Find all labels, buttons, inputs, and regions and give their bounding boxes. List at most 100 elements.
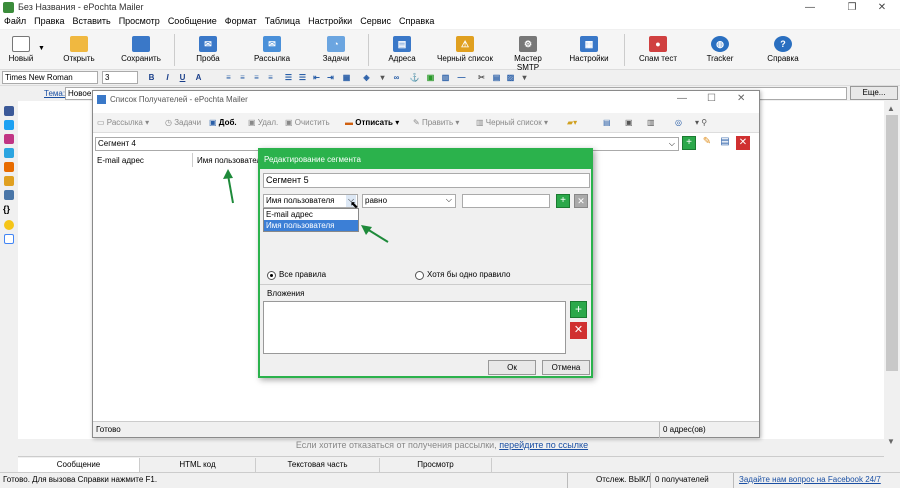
remove-rule-icon[interactable]: ✕ — [574, 194, 588, 208]
recipients-blacklist-button[interactable]: ▥ Черный список ▾ — [476, 118, 548, 127]
segment-name-input[interactable]: Сегмент 5 — [263, 173, 590, 188]
delete-segment-icon[interactable]: ✕ — [736, 136, 750, 150]
scroll-up-icon[interactable]: ▲ — [887, 104, 895, 113]
font-family-select[interactable]: Times New Roman — [2, 71, 98, 84]
add-recipient-button[interactable]: ▣ Доб. — [209, 118, 237, 127]
italic-button[interactable]: I — [162, 72, 173, 83]
fill-color-icon[interactable]: ◈ — [361, 72, 372, 83]
image-icon[interactable]: ▣ — [425, 72, 436, 83]
tab-html[interactable]: HTML код — [140, 458, 256, 472]
vk-icon[interactable] — [4, 190, 14, 200]
radio-all-rules[interactable] — [267, 271, 276, 280]
menu-view[interactable]: Просмотр — [115, 15, 164, 26]
column-email[interactable]: E-mail адрес — [97, 156, 144, 165]
search-dropdown-icon[interactable]: ▾ ⚲ — [695, 118, 707, 127]
more-button[interactable]: Еще... — [850, 86, 898, 100]
menu-table[interactable]: Таблица — [261, 15, 304, 26]
import-icon[interactable]: ▤ — [603, 118, 611, 127]
recipients-save-icon[interactable]: ▣ — [625, 118, 633, 127]
table-icon[interactable]: ▦ — [341, 72, 352, 83]
paste-icon[interactable]: ▤ — [491, 72, 502, 83]
instagram-icon[interactable] — [4, 134, 14, 144]
help-button[interactable]: ? Справка — [762, 36, 804, 68]
tab-preview[interactable]: Просмотр — [380, 458, 492, 472]
clear-button[interactable]: ▣ Очистить — [285, 118, 330, 127]
odnoklassniki-icon[interactable] — [4, 162, 14, 172]
value-input[interactable] — [462, 194, 550, 208]
send-button[interactable]: ✉ Рассылка — [250, 36, 294, 68]
numbered-list-icon[interactable]: ☰ — [283, 72, 294, 83]
telegram-icon[interactable] — [4, 148, 14, 158]
add-attachment-icon[interactable]: + — [570, 301, 587, 318]
horizontal-rule-icon[interactable]: — — [456, 72, 467, 83]
edit-segment-icon[interactable]: ✎ — [700, 136, 714, 150]
twitter-icon[interactable] — [4, 120, 14, 130]
tab-text[interactable]: Текстовая часть — [256, 458, 380, 472]
new-button[interactable]: Новый — [4, 36, 38, 68]
anchor-icon[interactable]: ⚓ — [409, 72, 420, 83]
scroll-down-icon[interactable]: ▼ — [887, 437, 895, 446]
link-icon[interactable]: ∞ — [391, 72, 402, 83]
bullet-list-icon[interactable]: ☰ — [297, 72, 308, 83]
close-button[interactable]: ✕ — [864, 0, 900, 15]
add-rule-icon[interactable]: + — [556, 194, 570, 208]
unsubscribe-link[interactable]: перейдите по ссылке — [499, 440, 588, 450]
menu-edit[interactable]: Правка — [30, 15, 68, 26]
fill-dropdown-icon[interactable]: ▾ — [377, 72, 388, 83]
attachments-list[interactable] — [263, 301, 566, 354]
save-button[interactable]: Сохранить — [118, 36, 164, 68]
align-left-icon[interactable]: ≡ — [223, 72, 234, 83]
recipients-minimize[interactable]: — — [677, 93, 687, 104]
open-button[interactable]: Открыть — [58, 36, 100, 68]
blacklist-button[interactable]: ⚠ Черный список — [436, 36, 494, 68]
new-dropdown-arrow-icon[interactable]: ▼ — [38, 45, 45, 52]
font-size-select[interactable]: 3 — [102, 71, 138, 84]
facebook-icon[interactable] — [4, 106, 14, 116]
spam-test-button[interactable]: ● Спам тест — [636, 36, 680, 68]
indent-icon[interactable]: ⇥ — [325, 72, 336, 83]
google-icon[interactable] — [4, 234, 14, 244]
subject-label[interactable]: Тема: — [44, 89, 65, 98]
open-folder-icon[interactable]: ▰▾ — [567, 118, 577, 127]
operator-select[interactable]: равно ⌵ — [362, 194, 456, 208]
menu-service[interactable]: Сервис — [356, 15, 395, 26]
settings-button[interactable]: ▦ Настройки — [566, 36, 612, 68]
justify-icon[interactable]: ≡ — [265, 72, 276, 83]
tasks-button[interactable]: ◔ Задачи — [314, 36, 358, 68]
field-option-email[interactable]: E-mail адрес — [264, 209, 358, 220]
tab-message[interactable]: Сообщение — [18, 458, 140, 472]
column-username[interactable]: Имя пользователя — [197, 156, 265, 165]
facebook-link[interactable]: Задайте нам вопрос на Facebook 24/7 — [739, 475, 881, 484]
format-dropdown-icon[interactable]: ▾ — [519, 72, 530, 83]
menu-format[interactable]: Формат — [221, 15, 261, 26]
addresses-button[interactable]: ▤ Адреса — [380, 36, 424, 68]
align-right-icon[interactable]: ≡ — [251, 72, 262, 83]
tracker-button[interactable]: ◍ Tracker — [700, 36, 740, 68]
outdent-icon[interactable]: ⇤ — [311, 72, 322, 83]
menu-settings[interactable]: Настройки — [304, 15, 356, 26]
remove-attachment-icon[interactable]: ✕ — [570, 322, 587, 339]
field-option-username[interactable]: Имя пользователя — [264, 220, 358, 231]
delete-recipient-button[interactable]: ▣ Удал. — [248, 118, 278, 127]
test-button[interactable]: ✉ Проба — [186, 36, 230, 68]
share-icon[interactable] — [4, 176, 14, 186]
recipients-close[interactable]: ✕ — [737, 93, 745, 104]
radio-any-rule[interactable] — [415, 271, 424, 280]
recipients-maximize[interactable]: ☐ — [707, 93, 716, 104]
editor-scrollbar[interactable]: ▲ ▼ — [884, 101, 900, 456]
menu-message[interactable]: Сообщение — [164, 15, 221, 26]
add-segment-icon[interactable]: + — [682, 136, 696, 150]
search-icon[interactable]: ◎ — [675, 118, 682, 127]
insert-icon[interactable]: ▥ — [440, 72, 451, 83]
export-icon[interactable]: ▥ — [647, 118, 655, 127]
cancel-button[interactable]: Отмена — [542, 360, 590, 375]
underline-button[interactable]: U — [177, 72, 188, 83]
cut-icon[interactable]: ✂ — [476, 72, 487, 83]
font-color-button[interactable]: A — [193, 72, 204, 83]
bold-button[interactable]: B — [146, 72, 157, 83]
menu-insert[interactable]: Вставить — [69, 15, 115, 26]
unsubscribe-button[interactable]: ▬ Отписать ▾ — [345, 118, 399, 127]
smtp-wizard-button[interactable]: ⚙ Мастер SMTP — [502, 36, 554, 72]
smiley-icon[interactable] — [4, 220, 14, 230]
ok-button[interactable]: Ок — [488, 360, 536, 375]
